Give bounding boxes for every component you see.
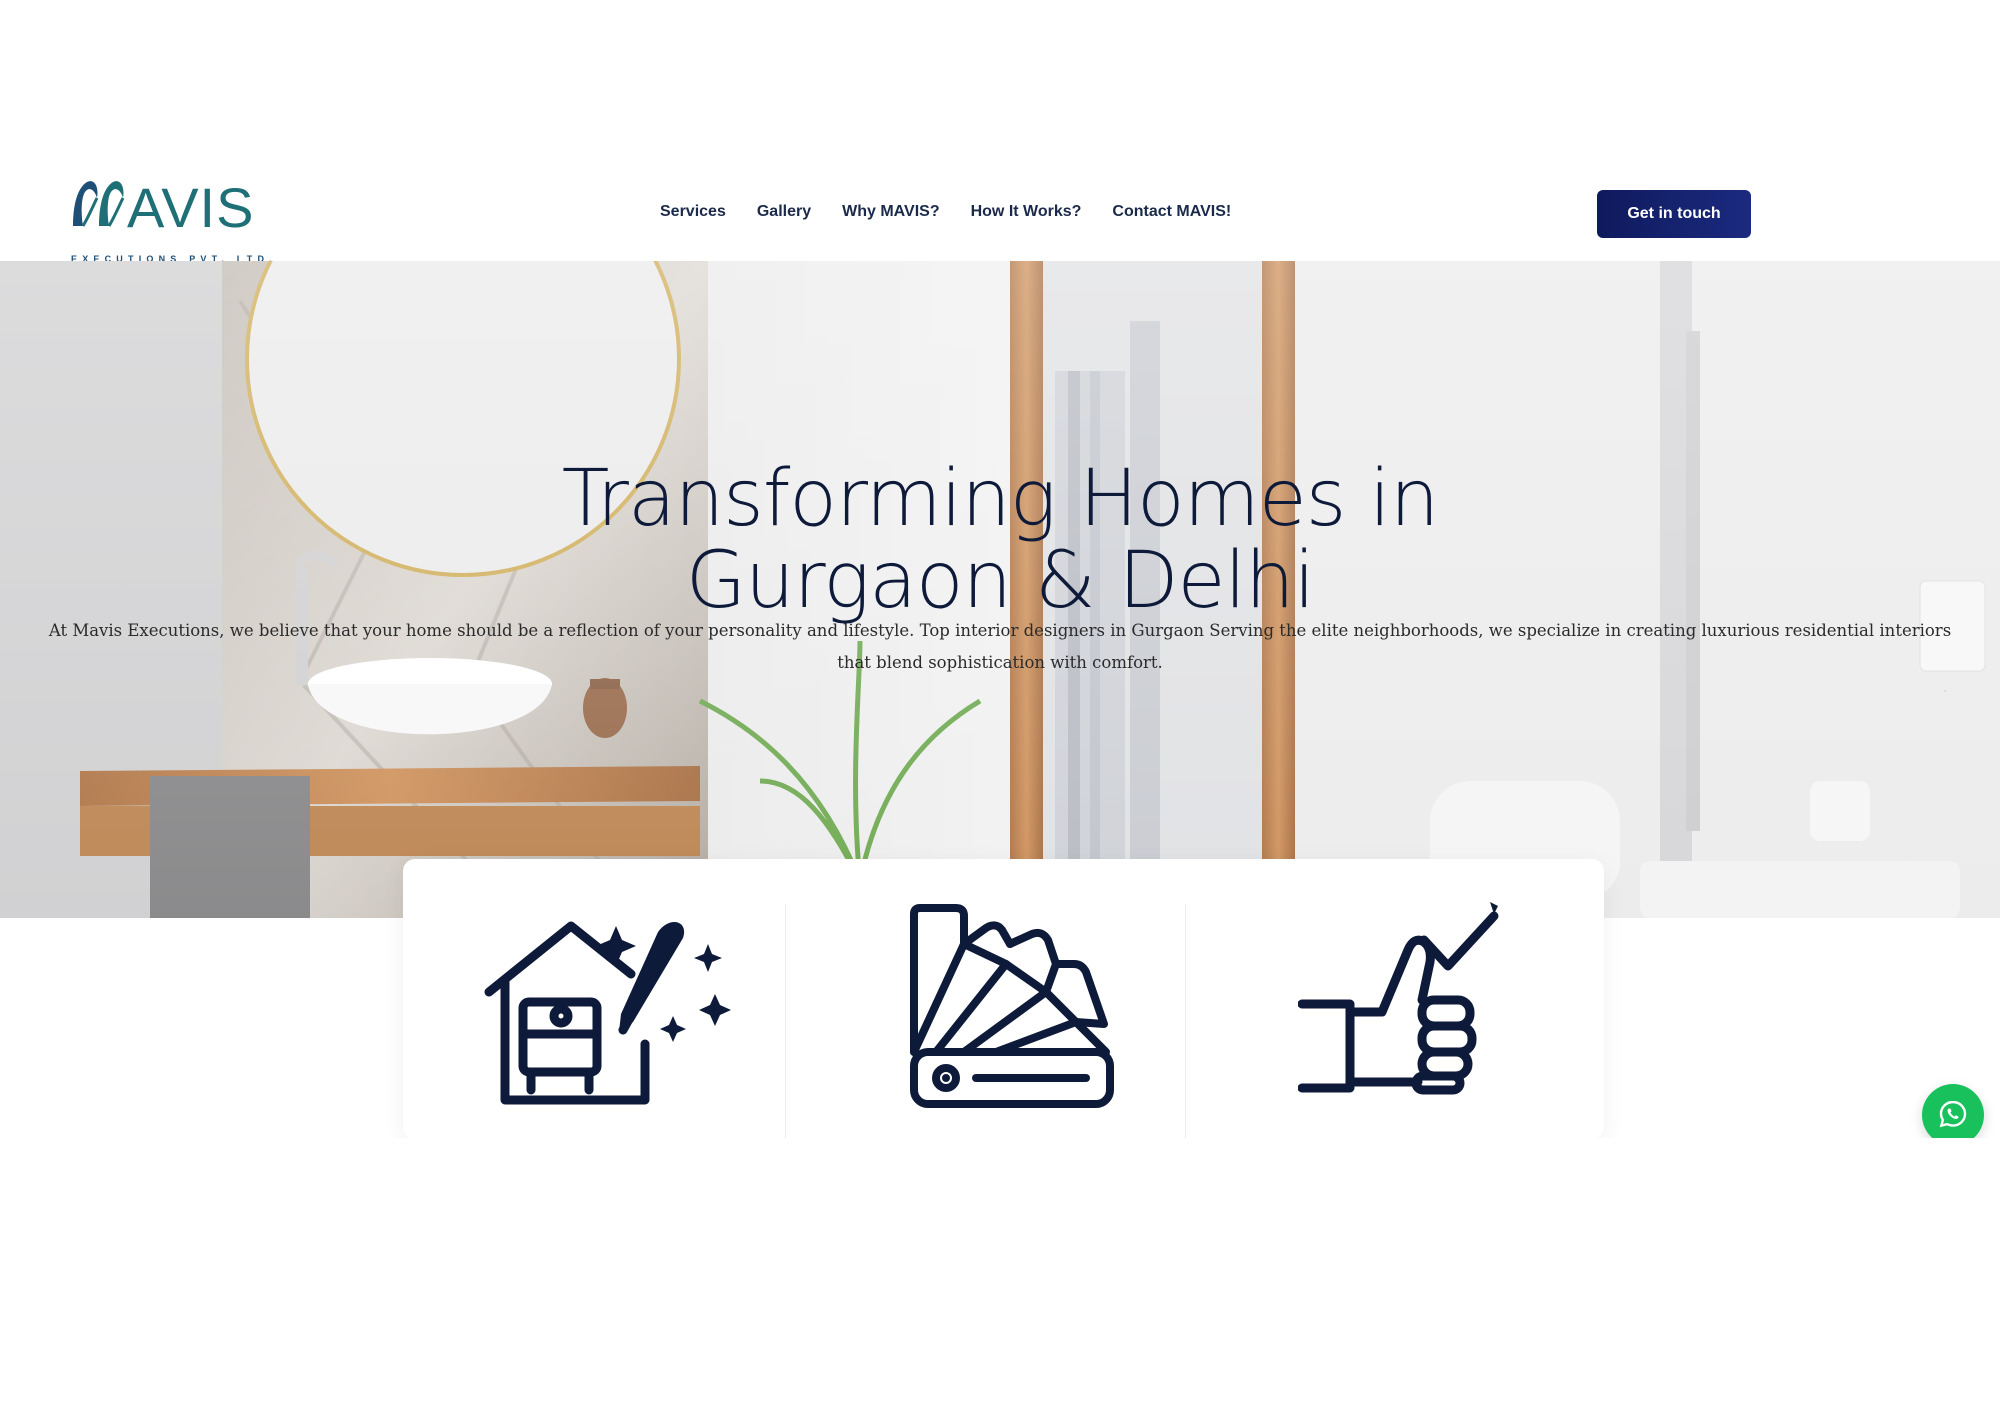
whatsapp-icon (1939, 1100, 1967, 1128)
thumbs-up-check-icon (1298, 902, 1499, 1095)
page: AVIS EXECUTIONS PVT. LTD. Services Galle… (0, 0, 2000, 1414)
nav-item-services[interactable]: Services (660, 203, 726, 221)
page-fold-blank (0, 1138, 2000, 1414)
feature-color-palette (786, 904, 1186, 1139)
hero-title: Transforming Homes in Gurgaon & Delhi (0, 458, 2000, 622)
hero-description: At Mavis Executions, we believe that you… (48, 620, 1952, 672)
nav-item-gallery[interactable]: Gallery (757, 203, 811, 221)
nav-item-why-mavis[interactable]: Why MAVIS? (842, 203, 939, 221)
whatsapp-button[interactable] (1922, 1084, 1984, 1146)
get-in-touch-button[interactable]: Get in touch (1597, 190, 1751, 238)
logo-wordmark: AVIS (69, 176, 254, 240)
interior-design-icon (484, 921, 731, 1105)
color-palette-icon (910, 904, 1114, 1108)
hero-title-line-2: Gurgaon & Delhi (685, 536, 1316, 627)
hero-title-line-1: Transforming Homes in (561, 454, 1440, 545)
logo[interactable]: AVIS EXECUTIONS PVT. LTD. (69, 176, 272, 264)
hero-section: Transforming Homes in Gurgaon & Delhi At… (0, 261, 2000, 918)
feature-quality-approved (1186, 902, 1586, 1139)
logo-bird-m-icon (73, 181, 125, 227)
features-card (403, 859, 1604, 1139)
main-nav: Services Gallery Why MAVIS? How It Works… (660, 203, 1231, 221)
feature-interior-design (403, 904, 803, 1139)
nav-item-contact[interactable]: Contact MAVIS! (1112, 203, 1231, 221)
nav-item-how-it-works[interactable]: How It Works? (971, 203, 1082, 221)
site-header: AVIS EXECUTIONS PVT. LTD. Services Galle… (0, 160, 2000, 264)
